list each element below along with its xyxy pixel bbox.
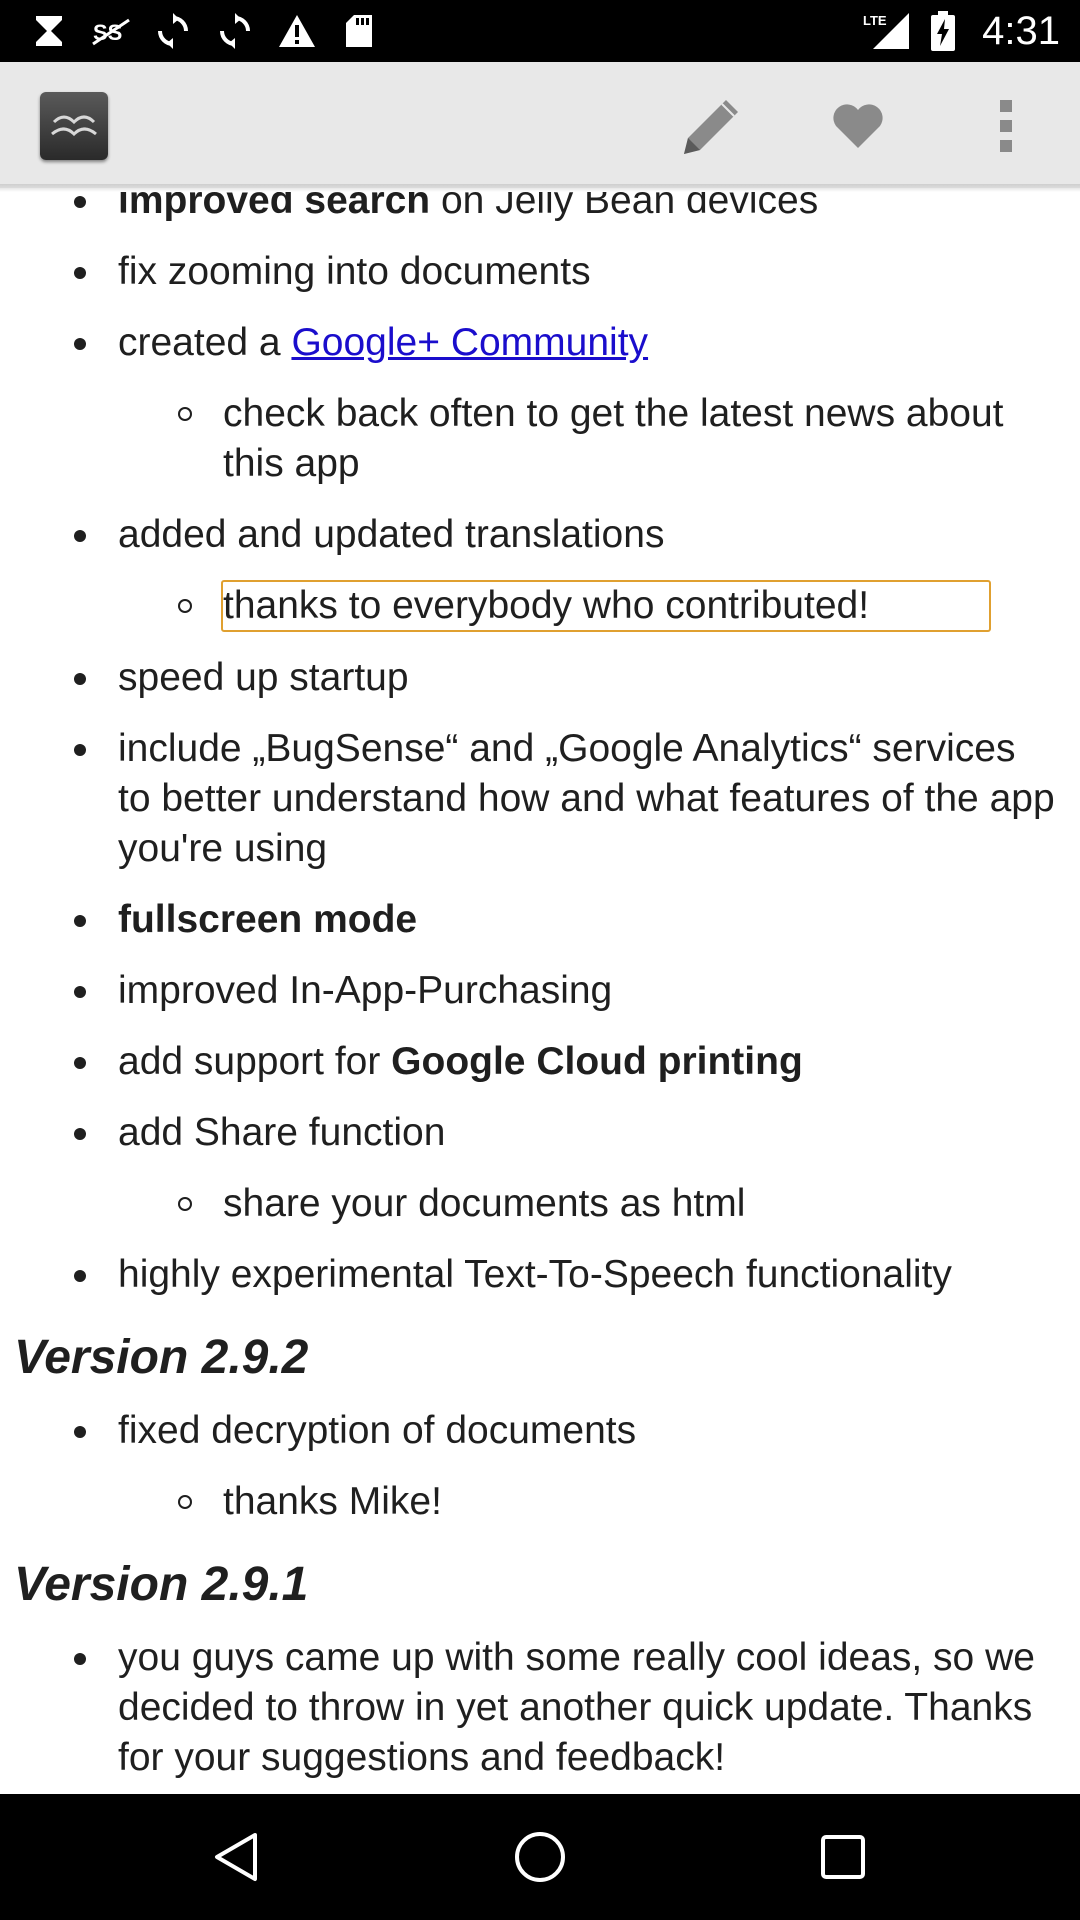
item-text: highly experimental Text-To-Speech funct… <box>118 1253 952 1296</box>
item-text: fix zooming into documents <box>118 250 591 293</box>
item-text: include „BugSense“ and „Google Analytics… <box>118 727 1055 870</box>
item-text: improved In-App-Purchasing <box>118 969 613 1012</box>
list-item: speed up startup <box>0 653 1080 703</box>
hourglass-icon <box>28 10 70 52</box>
item-text: speed up startup <box>118 656 409 699</box>
sub-list: thanks Mike! <box>0 1477 1056 1527</box>
focused-text[interactable]: thanks to everybody who contributed! <box>221 580 992 632</box>
sub-list: share your documents as html <box>0 1179 1056 1229</box>
recents-icon[interactable] <box>803 1817 883 1897</box>
battery-charging-icon <box>922 10 964 52</box>
navigation-bar <box>0 1794 1080 1920</box>
list-item: fullscreen mode <box>0 895 1080 945</box>
clock: 4:31 <box>982 8 1060 53</box>
back-icon[interactable] <box>196 1817 276 1897</box>
changelog-list: improved search on Jelly Bean devices fi… <box>0 192 1080 1300</box>
item-text: added and updated translations <box>118 513 665 556</box>
list-item: include „BugSense“ and „Google Analytics… <box>0 724 1080 874</box>
notification-icons: SS <box>28 8 380 54</box>
sync-icon <box>152 10 194 52</box>
list-item: fixed decryption of documents thanks Mik… <box>0 1406 1080 1527</box>
status-bar: SS LTE 4:31 <box>0 0 1080 62</box>
heart-icon[interactable] <box>818 86 898 166</box>
item-bold-text: improved search <box>118 192 431 222</box>
item-text: add support for <box>118 1040 392 1083</box>
item-text: add Share function <box>118 1111 446 1154</box>
sd-card-icon <box>338 10 380 52</box>
list-item: improved search on Jelly Bean devices <box>0 192 1080 226</box>
changelog-list: fixed decryption of documents thanks Mik… <box>0 1406 1080 1527</box>
list-item: improved In-App-Purchasing <box>0 966 1080 1016</box>
item-bold-text: fullscreen mode <box>118 898 418 941</box>
warning-icon <box>276 10 318 52</box>
sub-list-item: check back often to get the latest news … <box>0 389 1056 489</box>
list-item: add Share function share your documents … <box>0 1108 1080 1229</box>
item-text: thanks Mike! <box>223 1480 442 1523</box>
pencil-icon[interactable] <box>670 86 750 166</box>
overflow-menu-icon[interactable] <box>966 86 1046 166</box>
svg-text:LTE: LTE <box>863 13 887 28</box>
sub-list-item: share your documents as html <box>0 1179 1056 1229</box>
home-icon[interactable] <box>500 1817 580 1897</box>
sync-icon <box>214 10 256 52</box>
system-status: LTE 4:31 <box>862 6 1060 56</box>
list-item: highly experimental Text-To-Speech funct… <box>0 1250 1080 1300</box>
sub-list: thanks to everybody who contributed! <box>0 580 1056 632</box>
signal-icon: LTE <box>862 10 912 52</box>
list-item: created a Google+ Community check back o… <box>0 318 1080 489</box>
sub-list-item: thanks to everybody who contributed! <box>0 580 1056 632</box>
app-logo-icon[interactable] <box>40 92 108 160</box>
sub-list-item: thanks Mike! <box>0 1477 1056 1527</box>
item-text: fixed decryption of documents <box>118 1409 637 1452</box>
list-item: fix zooming into documents <box>0 247 1080 297</box>
google-plus-community-link[interactable]: Google+ Community <box>291 321 648 364</box>
list-item: add support for Google Cloud printing <box>0 1037 1080 1087</box>
action-bar <box>0 62 1080 188</box>
item-text: on Jelly Bean devices <box>430 192 819 222</box>
action-bar-shadow <box>0 184 1080 192</box>
list-item: added and updated translations thanks to… <box>0 510 1080 632</box>
item-text: created a <box>118 321 292 364</box>
item-text: you guys came up with some really cool i… <box>118 1636 1035 1779</box>
sync-disabled-icon: SS <box>90 10 132 52</box>
item-text: check back often to get the latest news … <box>223 392 1004 485</box>
sub-list: check back often to get the latest news … <box>0 389 1056 489</box>
list-item: you guys came up with some really cool i… <box>0 1633 1080 1783</box>
changelog-content[interactable]: improved search on Jelly Bean devices fi… <box>0 192 1080 1792</box>
item-bold-text: Google Cloud printing <box>391 1040 803 1083</box>
version-heading: Version 2.9.2 <box>14 1331 309 1384</box>
changelog-list: you guys came up with some really cool i… <box>0 1633 1080 1783</box>
version-heading: Version 2.9.1 <box>14 1558 309 1611</box>
item-text: share your documents as html <box>223 1182 746 1225</box>
